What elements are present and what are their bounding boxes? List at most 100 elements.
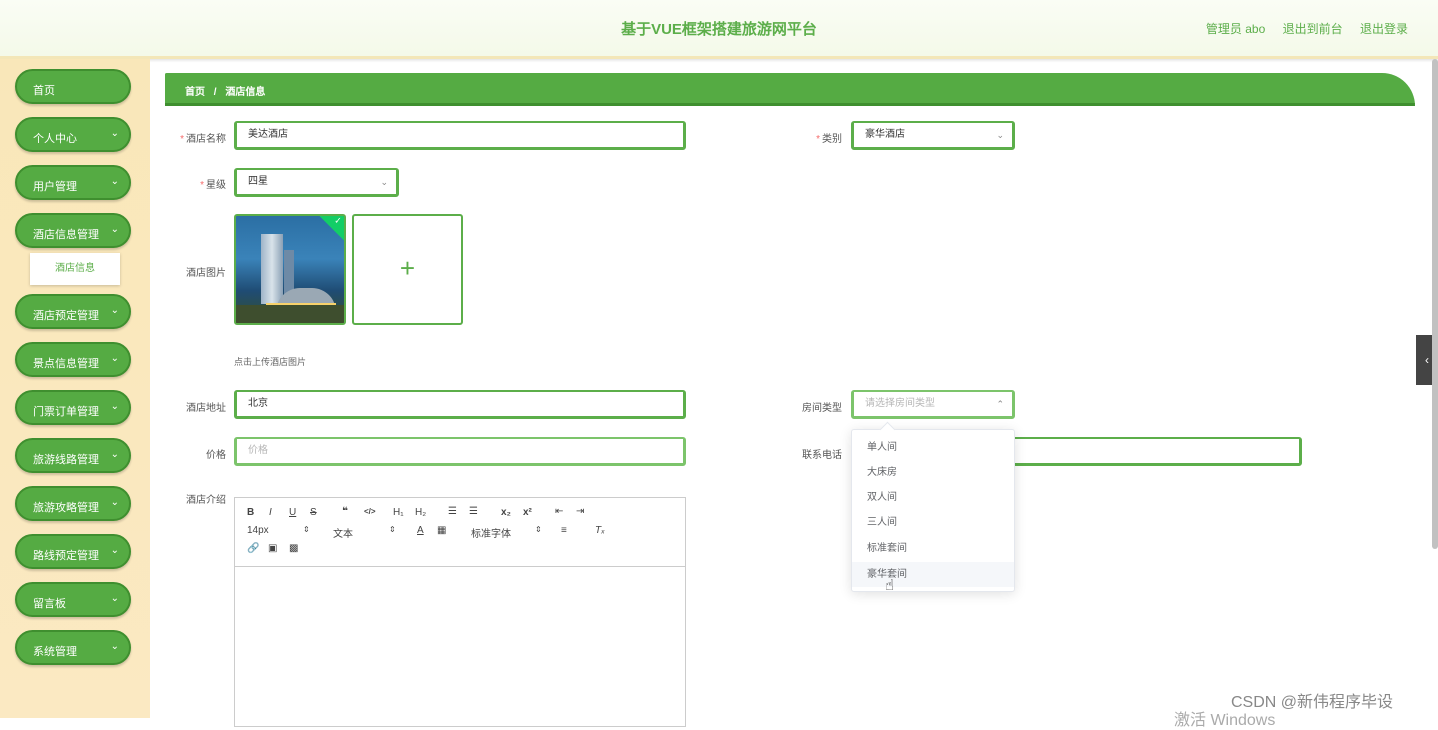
star-label: * 星级 [200, 180, 226, 191]
sidebar-item-label: 酒店信息管理 [33, 229, 99, 241]
chevron-down-icon: ⌄ [110, 353, 119, 364]
sidebar-item-label: 旅游线路管理 [33, 454, 99, 466]
link-icon[interactable]: 🔗 [247, 543, 259, 554]
image-icon[interactable]: ▣ [268, 543, 277, 554]
updown-icon: ⇕ [535, 525, 542, 534]
sidebar-item-system[interactable]: 系统管理 ⌄ [15, 630, 131, 665]
underline-icon[interactable]: U [289, 507, 296, 518]
chevron-down-icon: ⌄ [110, 593, 119, 604]
sidebar-item-label: 用户管理 [33, 181, 77, 193]
rich-text-editor: B I U S ❝ </> H₁ H₂ ☰ ☰ x₂ x² ⇤ ⇥ 14px ⇕… [234, 497, 686, 727]
outdent-icon[interactable]: ⇤ [555, 506, 563, 517]
sidebar-item-label: 旅游攻略管理 [33, 502, 99, 514]
sidebar-item-personal-center[interactable]: 个人中心 ⌄ [15, 117, 131, 152]
breadcrumb-separator: / [213, 87, 217, 98]
font-family-select[interactable]: 标准字体 [471, 525, 511, 540]
check-icon: ✓ [318, 216, 344, 243]
bold-icon[interactable]: B [247, 507, 254, 518]
sidebar-item-hotel-info[interactable]: 酒店信息管理 ⌄ [15, 213, 131, 248]
chevron-down-icon: ⌄ [110, 449, 119, 460]
chevron-down-icon: ⌄ [110, 224, 119, 235]
sidebar-item-attractions[interactable]: 景点信息管理 ⌄ [15, 342, 131, 377]
sidebar-item-users[interactable]: 用户管理 ⌄ [15, 165, 131, 200]
strike-icon[interactable]: S [310, 507, 317, 518]
room-option[interactable]: 三人间 [852, 510, 1014, 535]
upload-tip: 点击上传酒店图片 [234, 357, 307, 367]
bullet-list-icon[interactable]: ☰ [469, 506, 478, 517]
font-color-icon[interactable]: A [417, 525, 424, 536]
sidebar-item-label: 系统管理 [33, 646, 77, 658]
sidebar-item-label: 景点信息管理 [33, 358, 99, 370]
indent-icon[interactable]: ⇥ [576, 506, 584, 517]
top-header: 基于VUE框架搭建旅游网平台 管理员 abo 退出到前台 退出登录 [0, 0, 1438, 59]
chevron-down-icon: ⌄ [110, 128, 119, 139]
room-type-label: 房间类型 [802, 403, 842, 414]
sidebar-item-routes[interactable]: 旅游线路管理 ⌄ [15, 438, 131, 473]
price-placeholder: 价格 [248, 445, 268, 456]
subscript-icon[interactable]: x₂ [501, 507, 511, 518]
required-mark: * [816, 134, 820, 145]
page-scrollbar[interactable] [1432, 59, 1438, 549]
category-value: 豪华酒店 [865, 129, 905, 140]
sidebar-item-label: 留言板 [33, 598, 66, 610]
room-option[interactable]: 双人间 [852, 485, 1014, 510]
chevron-up-icon: ⌃ [996, 399, 1004, 409]
superscript-icon[interactable]: x² [523, 507, 532, 518]
align-icon[interactable]: ≡ [561, 525, 567, 536]
intro-label: 酒店介绍 [186, 495, 226, 506]
hotel-image-thumbnail[interactable]: ✓ [234, 214, 346, 325]
ordered-list-icon[interactable]: ☰ [448, 506, 457, 517]
sidebar-item-guides[interactable]: 旅游攻略管理 ⌄ [15, 486, 131, 521]
video-icon[interactable]: ▩ [289, 543, 298, 554]
room-option[interactable]: 大床房 [852, 460, 1014, 485]
text-style-select[interactable]: 文本 [333, 525, 353, 540]
sidebar-item-route-booking[interactable]: 路线预定管理 ⌄ [15, 534, 131, 569]
code-block-icon[interactable]: </> [364, 507, 376, 516]
required-mark: * [180, 134, 184, 145]
font-size-select[interactable]: 14px [247, 525, 269, 536]
background-color-icon[interactable]: ▦ [437, 525, 446, 536]
italic-icon[interactable]: I [269, 507, 272, 518]
phone-label: 联系电话 [802, 450, 842, 461]
sidebar-item-label: 首页 [33, 85, 55, 97]
chevron-down-icon: ⌄ [996, 130, 1004, 140]
breadcrumb-current: 酒店信息 [225, 87, 266, 98]
address-label: 酒店地址 [186, 403, 226, 414]
submenu-hotel-info[interactable]: 酒店信息 [30, 253, 120, 285]
category-select[interactable]: 豪华酒店 ⌄ [851, 121, 1015, 150]
room-type-select[interactable]: 请选择房间类型 ⌃ [851, 390, 1015, 419]
room-type-placeholder: 请选择房间类型 [865, 398, 935, 409]
chevron-down-icon: ⌄ [380, 177, 388, 187]
chevron-down-icon: ⌄ [110, 641, 119, 652]
sidebar-item-home[interactable]: 首页 [15, 69, 131, 104]
back-to-front-link[interactable]: 退出到前台 [1283, 22, 1343, 36]
clear-format-icon[interactable]: Tₓ [595, 525, 605, 536]
required-mark: * [200, 180, 204, 191]
room-option[interactable]: 单人间 [852, 435, 1014, 460]
price-input[interactable]: 价格 [234, 437, 686, 466]
header1-icon[interactable]: H₁ [393, 507, 404, 518]
room-option-hovered[interactable]: 豪华套间 [852, 562, 1014, 587]
breadcrumb-home[interactable]: 首页 [185, 87, 205, 98]
address-input[interactable]: 北京 [234, 390, 686, 419]
room-option[interactable]: 标准套间 [852, 536, 1014, 561]
updown-icon: ⇕ [303, 525, 310, 534]
sidebar-item-messages[interactable]: 留言板 ⌄ [15, 582, 131, 617]
sidebar-item-hotel-booking[interactable]: 酒店预定管理 ⌄ [15, 294, 131, 329]
upload-add-button[interactable]: + [352, 214, 463, 325]
editor-content-area[interactable] [235, 567, 685, 727]
hand-cursor-icon: ☝ [885, 577, 895, 594]
hotel-name-input[interactable]: 美达酒店 [234, 121, 686, 150]
sidebar-item-ticket-orders[interactable]: 门票订单管理 ⌄ [15, 390, 131, 425]
chevron-down-icon: ⌄ [110, 176, 119, 187]
logout-link[interactable]: 退出登录 [1360, 22, 1408, 36]
blockquote-icon[interactable]: ❝ [342, 506, 348, 517]
sidebar: 首页 个人中心 ⌄ 用户管理 ⌄ 酒店信息管理 ⌄ 酒店信息 酒店预定管理 ⌄ … [0, 59, 150, 718]
star-select[interactable]: 四星 ⌄ [234, 168, 399, 197]
windows-activation-notice: 激活 Windows [1174, 712, 1276, 729]
chevron-down-icon: ⌄ [110, 305, 119, 316]
header2-icon[interactable]: H₂ [415, 507, 426, 518]
category-label: * 类别 [816, 134, 842, 145]
sidebar-item-label: 个人中心 [33, 133, 77, 145]
hotel-image-label: 酒店图片 [186, 268, 226, 279]
